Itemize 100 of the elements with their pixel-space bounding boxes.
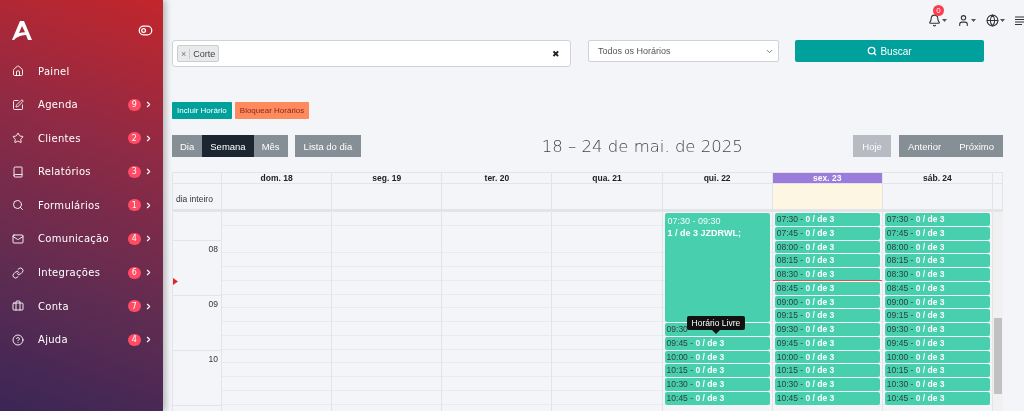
link-icon [12, 266, 24, 279]
mail-icon [12, 232, 24, 245]
notification-badge: 0 [933, 4, 944, 16]
time-slot[interactable]: 08:45 - 0 / de 3 [884, 281, 990, 295]
time-slot[interactable]: 08:15 - 0 / de 3 [884, 254, 990, 267]
day-header: qua. 21 [552, 173, 663, 184]
next-button[interactable]: Próximo [950, 135, 1003, 157]
time-slot[interactable]: 07:45 - 0 / de 3 [884, 226, 990, 240]
time-slot[interactable]: 08:30 - 0 / de 3 [774, 268, 880, 281]
view-tab[interactable]: Semana [202, 135, 254, 157]
edit-icon [12, 98, 24, 111]
time-slot[interactable]: 10:45 - 0 / de 3 [664, 391, 770, 405]
sidebar-item[interactable]: Formulários 1 [12, 194, 153, 217]
time-slot[interactable]: 10:45 - 0 / de 3 [884, 391, 990, 405]
menu-icon [1015, 15, 1024, 25]
previous-button[interactable]: Anterior [898, 135, 951, 157]
count-badge: 4 [128, 333, 141, 346]
time-slot[interactable]: 10:45 - 0 / de 3 [774, 391, 880, 405]
time-slot[interactable]: 10:30 - 0 / de 3 [664, 378, 770, 391]
user-menu-button[interactable] [957, 13, 976, 27]
time-slot[interactable]: 10:15 - 0 / de 3 [774, 364, 880, 377]
tag-remove-button[interactable]: × [178, 48, 191, 59]
all-day-label: dia inteiro [173, 184, 222, 212]
count-badge: 7 [128, 300, 141, 313]
home-icon [12, 65, 24, 77]
time-slot[interactable]: 08:00 - 0 / de 3 [884, 240, 990, 254]
time-slot[interactable]: 08:00 - 0 / de 3 [774, 240, 880, 254]
logo-icon [12, 20, 32, 40]
time-slot[interactable]: 07:30 - 0 / de 3 [884, 213, 990, 226]
time-slot[interactable]: 08:30 - 0 / de 3 [884, 268, 990, 281]
day-header: seg. 19 [332, 173, 443, 184]
scrollbar[interactable] [993, 212, 1003, 411]
caret-icon [1000, 18, 1005, 22]
event-detail: 1 / de 3 JZDRWL; [666, 228, 742, 238]
time-slot[interactable]: 09:30 - 0 / de 3 [884, 323, 990, 336]
sidebar-item[interactable]: Relatórios 3 [12, 160, 153, 183]
view-tab[interactable]: Mês [253, 135, 288, 157]
hour-label: 09 [208, 297, 219, 310]
briefcase-icon [12, 300, 24, 313]
search-icon [867, 46, 878, 56]
help-icon [12, 333, 24, 346]
time-slot[interactable]: 10:15 - 0 / de 3 [884, 364, 990, 377]
toggle-icon[interactable] [138, 22, 153, 38]
day-list-button[interactable]: Lista do dia [294, 135, 362, 157]
day-header: sáb. 24 [882, 173, 993, 184]
count-badge: 1 [128, 199, 141, 212]
notifications-button[interactable] [928, 13, 947, 27]
time-slot[interactable]: 10:15 - 0 / de 3 [664, 364, 770, 377]
time-slot[interactable]: 09:45 - 0 / de 3 [664, 336, 770, 350]
star-icon [12, 132, 24, 145]
time-slot[interactable]: 07:30 - 0 / de 3 [774, 213, 880, 226]
search-icon [12, 199, 24, 212]
day-header: dom. 18 [222, 173, 333, 184]
sidebar-item[interactable]: Ajuda 4 [12, 328, 153, 351]
time-slot[interactable]: 10:00 - 0 / de 3 [774, 350, 880, 364]
sidebar-item[interactable]: Agenda 9 [12, 93, 153, 116]
time-slot[interactable]: 09:15 - 0 / de 3 [774, 309, 880, 322]
event-time: 07:30 - 09:30 [666, 215, 722, 228]
tag-input-field[interactable]: × Corte ✖ [172, 40, 571, 67]
time-slot[interactable]: 09:30 - 0 / de 3 [774, 323, 880, 336]
tag-label: Corte [192, 48, 217, 59]
time-slot[interactable]: 10:30 - 0 / de 3 [774, 378, 880, 391]
caret-icon [942, 18, 947, 22]
time-slot[interactable]: 09:45 - 0 / de 3 [774, 336, 880, 350]
current-time-arrow-icon [173, 277, 178, 285]
calendar-title: 18 – 24 de mai. de 2025 [540, 136, 744, 156]
time-slot[interactable]: 10:30 - 0 / de 3 [884, 378, 990, 391]
hour-label: 10 [208, 352, 219, 365]
time-slot[interactable]: 10:00 - 0 / de 3 [884, 350, 990, 364]
time-slot[interactable]: 10:00 - 0 / de 3 [664, 350, 770, 364]
block-slots-button[interactable]: Bloquear Horários [234, 102, 310, 119]
count-badge: 4 [128, 232, 141, 245]
scrollbar-thumb[interactable] [994, 318, 1002, 394]
sidebar-item[interactable]: Painel [12, 60, 153, 82]
sidebar-item[interactable]: Clientes 2 [12, 127, 153, 150]
count-badge: 9 [128, 98, 141, 111]
menu-button[interactable] [1015, 15, 1024, 25]
schedule-select[interactable]: Todos os Horários [588, 40, 779, 62]
time-slot[interactable]: 09:15 - 0 / de 3 [884, 309, 990, 322]
add-slot-button[interactable]: Incluir Horário [172, 102, 232, 119]
bell-icon [928, 13, 941, 27]
search-button[interactable]: Buscar [795, 40, 984, 62]
globe-icon [986, 13, 999, 27]
sidebar-item[interactable]: Integrações 6 [12, 261, 153, 284]
clear-button[interactable]: ✖ [546, 48, 566, 59]
time-slot[interactable]: 09:00 - 0 / de 3 [774, 295, 880, 309]
time-slot[interactable]: 07:45 - 0 / de 3 [774, 226, 880, 240]
time-slot[interactable]: 08:45 - 0 / de 3 [774, 281, 880, 295]
book-icon [12, 165, 24, 178]
sidebar-item[interactable]: Comunicação 4 [12, 227, 153, 250]
caret-icon [971, 18, 976, 22]
hour-label: 08 [208, 242, 219, 255]
count-badge: 3 [128, 165, 141, 178]
language-button[interactable] [986, 13, 1005, 27]
view-tab[interactable]: Dia [172, 135, 203, 157]
sidebar-item[interactable]: Conta 7 [12, 295, 153, 318]
count-badge: 6 [128, 266, 141, 279]
time-slot[interactable]: 09:45 - 0 / de 3 [884, 336, 990, 350]
time-slot[interactable]: 09:00 - 0 / de 3 [884, 295, 990, 309]
time-slot[interactable]: 08:15 - 0 / de 3 [774, 254, 880, 267]
